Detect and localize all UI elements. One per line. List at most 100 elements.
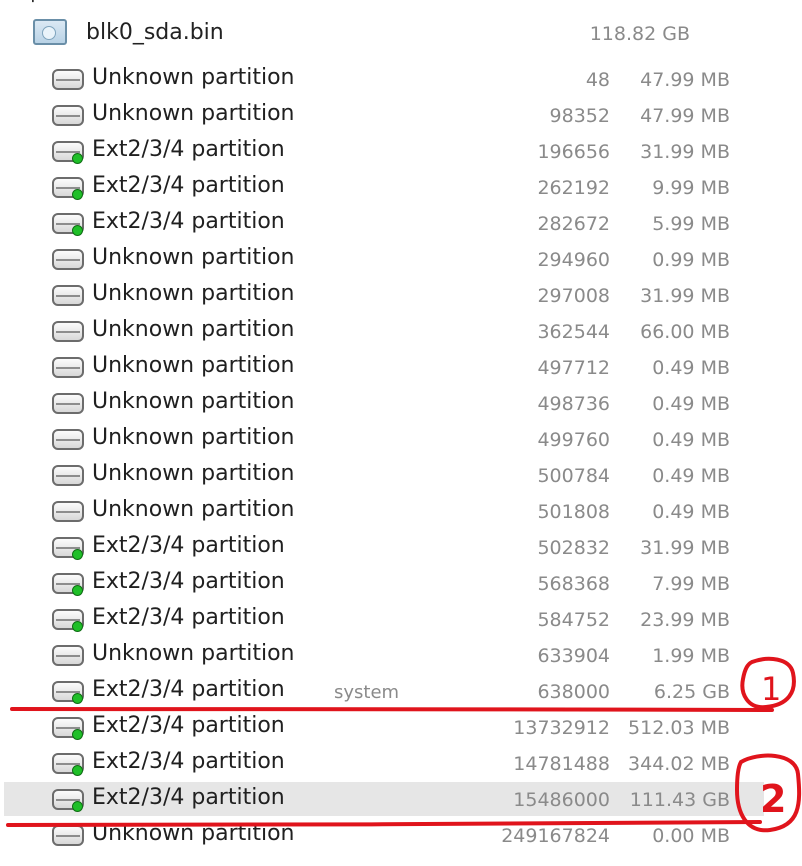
partition-offset: 14781488 <box>513 753 610 775</box>
ext-partition-icon <box>52 213 84 236</box>
partition-size: 6.25 GB <box>653 681 730 703</box>
partition-row[interactable]: Unknown partition 362544 66.00 MB <box>4 314 764 348</box>
partition-offset: 638000 <box>537 681 610 703</box>
partition-offset: 499760 <box>537 429 610 451</box>
partition-name: Ext2/3/4 partition <box>92 677 285 702</box>
partition-size: 9.99 MB <box>652 177 730 199</box>
partition-name: Ext2/3/4 partition <box>92 137 285 162</box>
partition-row[interactable]: Unknown partition 633904 1.99 MB <box>4 638 764 672</box>
partition-row[interactable]: Unknown partition 500784 0.49 MB <box>4 458 764 492</box>
partition-row[interactable]: Ext2/3/4 partition 282672 5.99 MB <box>4 206 764 240</box>
partition-size: 23.99 MB <box>640 609 730 631</box>
partition-size: 31.99 MB <box>640 285 730 307</box>
partition-row[interactable]: Unknown partition 249167824 0.00 MB <box>4 818 764 852</box>
partition-row[interactable]: Unknown partition 294960 0.99 MB <box>4 242 764 276</box>
partition-name: Unknown partition <box>92 353 295 378</box>
partition-row[interactable]: Ext2/3/4 partition 584752 23.99 MB <box>4 602 764 636</box>
ext-partition-icon <box>52 537 84 560</box>
partition-size: 0.99 MB <box>652 249 730 271</box>
unknown-partition-icon <box>52 429 84 451</box>
partition-name: Ext2/3/4 partition <box>92 785 285 810</box>
partition-row[interactable]: Unknown partition 501808 0.49 MB <box>4 494 764 528</box>
partition-size: 0.00 MB <box>652 825 730 847</box>
partition-offset: 584752 <box>537 609 610 631</box>
partition-row[interactable]: Ext2/3/4 partition 568368 7.99 MB <box>4 566 764 600</box>
unknown-partition-icon <box>52 501 84 523</box>
ext-partition-icon <box>52 789 84 812</box>
ext-partition-icon <box>52 573 84 596</box>
partition-offset: 13732912 <box>513 717 610 739</box>
partition-name: Ext2/3/4 partition <box>92 173 285 198</box>
disk-image-name: blk0_sda.bin <box>86 20 224 45</box>
partition-row[interactable]: Ext2/3/4 partition 262192 9.99 MB <box>4 170 764 204</box>
partition-name: Unknown partition <box>92 641 295 666</box>
unknown-partition-icon <box>52 69 84 91</box>
partition-offset: 501808 <box>537 501 610 523</box>
partition-name: Unknown partition <box>92 389 295 414</box>
partition-offset: 362544 <box>537 321 610 343</box>
partition-row[interactable]: Unknown partition 297008 31.99 MB <box>4 278 764 312</box>
partition-size: 344.02 MB <box>628 753 730 775</box>
unknown-partition-icon <box>52 465 84 487</box>
partition-row[interactable]: Unknown partition 98352 47.99 MB <box>4 98 764 132</box>
partition-row[interactable]: Ext2/3/4 partition 15486000 111.43 GB <box>4 782 764 816</box>
partition-row[interactable]: Unknown partition 498736 0.49 MB <box>4 386 764 420</box>
partition-offset: 297008 <box>537 285 610 307</box>
partition-offset: 500784 <box>537 465 610 487</box>
partition-size: 0.49 MB <box>652 429 730 451</box>
ext-partition-icon <box>52 717 84 740</box>
unknown-partition-icon <box>52 249 84 271</box>
partition-size: 512.03 MB <box>628 717 730 739</box>
disk-image-size: 118.82 GB <box>589 23 690 45</box>
partition-name: Ext2/3/4 partition <box>92 209 285 234</box>
partition-name: Unknown partition <box>92 497 295 522</box>
partition-name: Unknown partition <box>92 461 295 486</box>
partition-offset: 568368 <box>537 573 610 595</box>
partition-name: Unknown partition <box>92 425 295 450</box>
ext-partition-icon <box>52 609 84 632</box>
partition-row[interactable]: Ext2/3/4 partition system 638000 6.25 GB <box>4 674 764 708</box>
partition-offset: 48 <box>585 69 610 91</box>
disk-image-row[interactable]: blk0_sda.bin 118.82 GB <box>0 14 760 54</box>
partition-offset: 498736 <box>537 393 610 415</box>
partition-name: Ext2/3/4 partition <box>92 749 285 774</box>
partition-name: Unknown partition <box>92 65 295 90</box>
partition-size: 66.00 MB <box>640 321 730 343</box>
partition-offset: 249167824 <box>501 825 610 847</box>
unknown-partition-icon <box>52 285 84 307</box>
ext-partition-icon <box>52 177 84 200</box>
partition-size: 47.99 MB <box>640 69 730 91</box>
partition-row[interactable]: Unknown partition 499760 0.49 MB <box>4 422 764 456</box>
partition-size: 31.99 MB <box>640 537 730 559</box>
partition-name: Ext2/3/4 partition <box>92 605 285 630</box>
partition-offset: 196656 <box>537 141 610 163</box>
unknown-partition-icon <box>52 321 84 343</box>
partition-size: 1.99 MB <box>652 645 730 667</box>
partition-offset: 633904 <box>537 645 610 667</box>
clipped-row-above: ⌐ <box>30 0 47 10</box>
partition-row[interactable]: Ext2/3/4 partition 13732912 512.03 MB <box>4 710 764 744</box>
ext-partition-icon <box>52 141 84 164</box>
partition-name: Ext2/3/4 partition <box>92 533 285 558</box>
partition-size: 0.49 MB <box>652 501 730 523</box>
partition-row[interactable]: Ext2/3/4 partition 196656 31.99 MB <box>4 134 764 168</box>
partition-name: Ext2/3/4 partition <box>92 713 285 738</box>
partition-size: 31.99 MB <box>640 141 730 163</box>
partition-offset: 15486000 <box>513 789 610 811</box>
partition-row[interactable]: Unknown partition 48 47.99 MB <box>4 62 764 96</box>
unknown-partition-icon <box>52 357 84 379</box>
partition-name: Unknown partition <box>92 821 295 846</box>
partition-size: 0.49 MB <box>652 357 730 379</box>
partition-name: Unknown partition <box>92 101 295 126</box>
partition-row[interactable]: Unknown partition 497712 0.49 MB <box>4 350 764 384</box>
unknown-partition-icon <box>52 393 84 415</box>
unknown-partition-icon <box>52 105 84 127</box>
partition-row[interactable]: Ext2/3/4 partition 502832 31.99 MB <box>4 530 764 564</box>
partition-size: 7.99 MB <box>652 573 730 595</box>
partition-offset: 282672 <box>537 213 610 235</box>
partition-tree: ⌐ blk0_sda.bin 118.82 GB Unknown partiti… <box>0 0 802 866</box>
unknown-partition-icon <box>52 825 84 847</box>
partition-row[interactable]: Ext2/3/4 partition 14781488 344.02 MB <box>4 746 764 780</box>
partition-offset: 502832 <box>537 537 610 559</box>
partition-offset: 98352 <box>549 105 610 127</box>
